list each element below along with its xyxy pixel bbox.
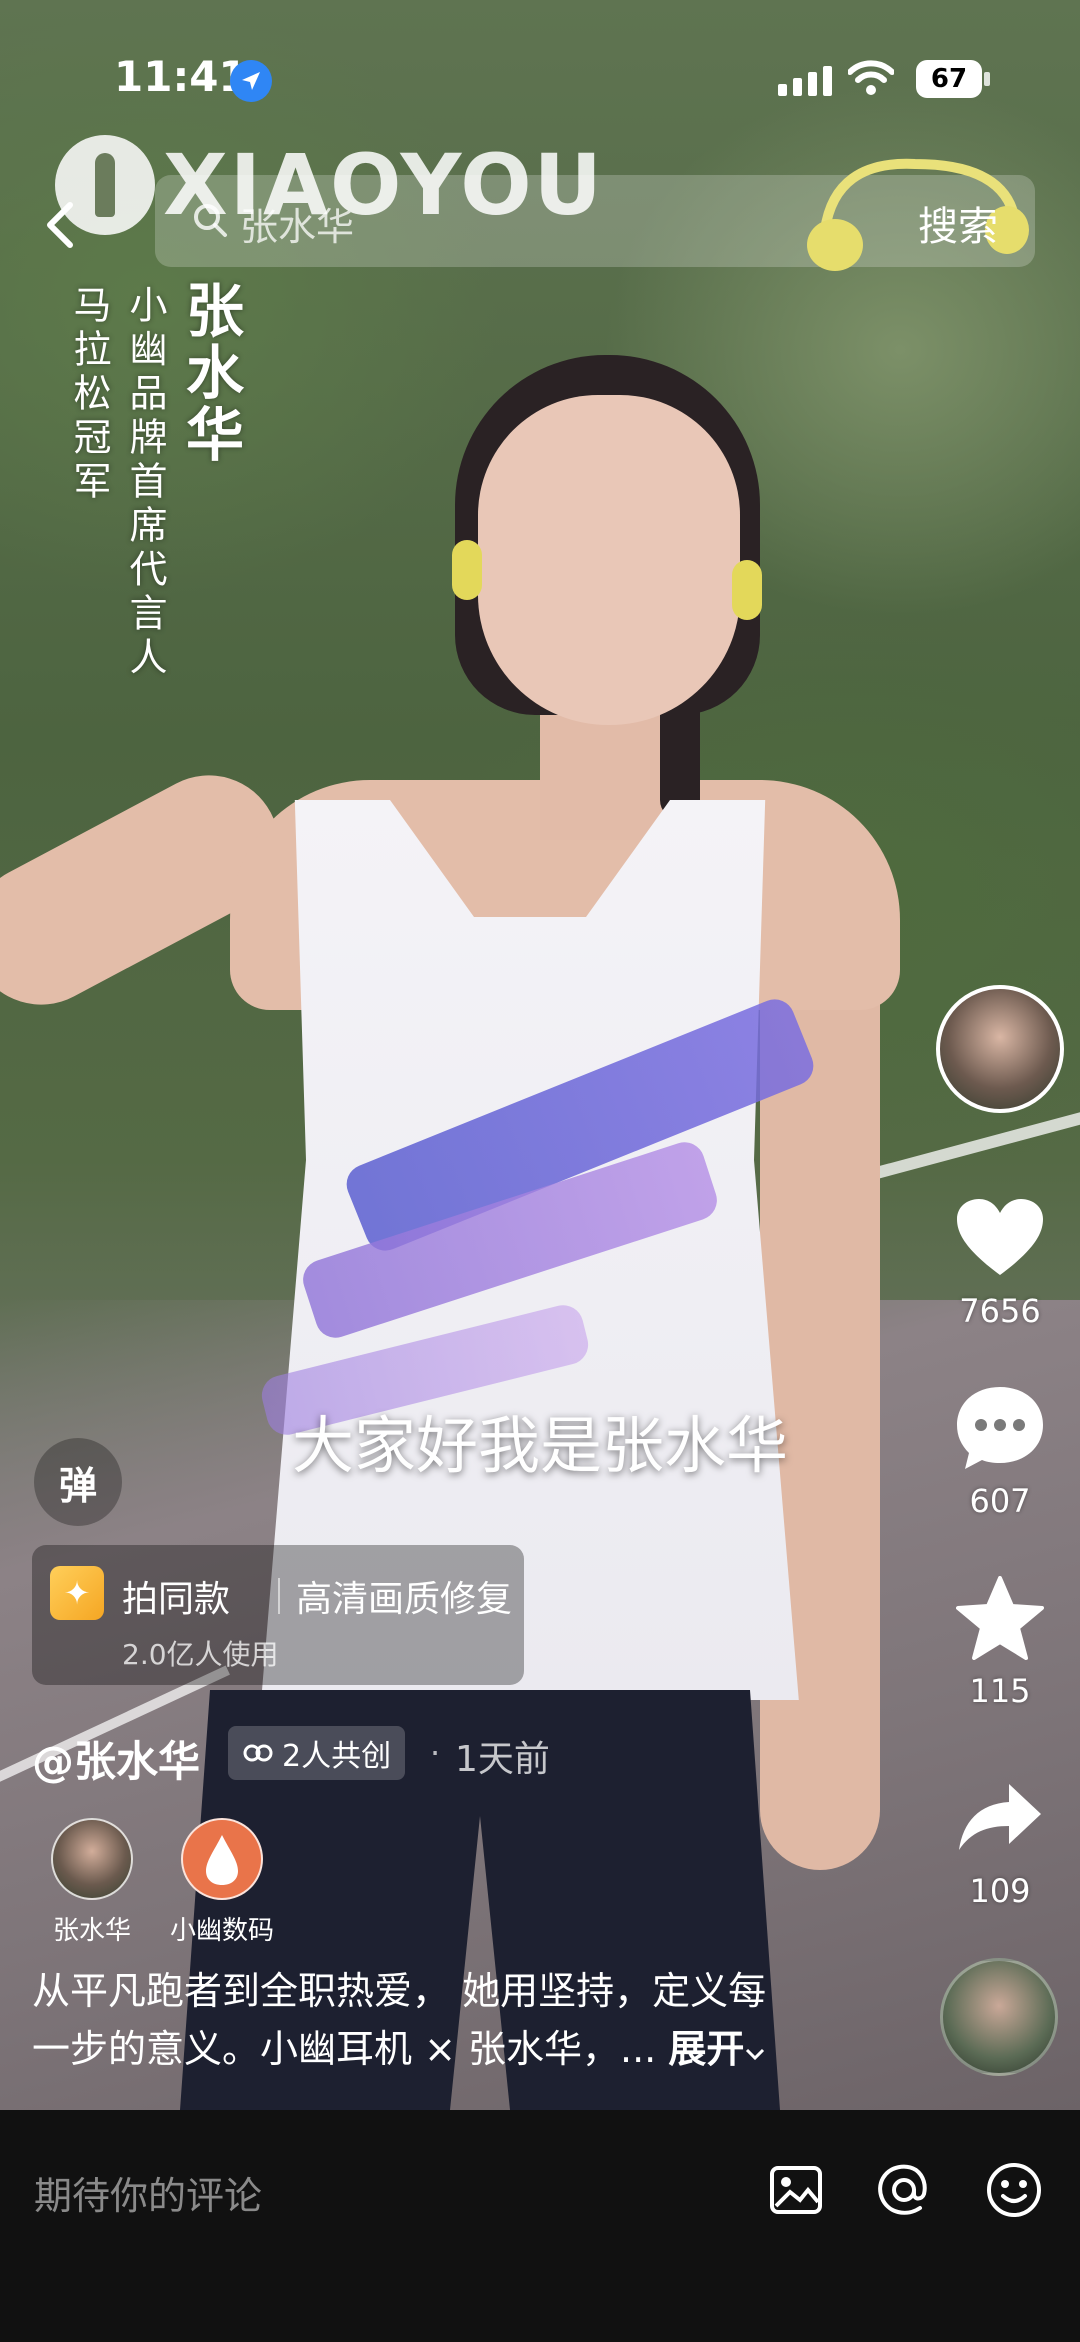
overlay-title: 马拉松冠军 [67, 285, 111, 505]
creator-item[interactable]: 张水华 [22, 1818, 162, 1947]
heart-icon [940, 1190, 1060, 1286]
avatar [51, 1818, 133, 1900]
earphone [732, 560, 762, 620]
post-description: 从平凡跑者到全职热爱， 她用坚持，定义每 一步的意义。小幽耳机 × 张水华，..… [32, 1962, 832, 2078]
search-button[interactable]: 搜索 [918, 194, 998, 252]
location-arrow-icon [230, 60, 272, 102]
author-name[interactable]: @张水华 [32, 1728, 200, 1789]
favorite-count: 115 [969, 1672, 1031, 1710]
wifi-icon [848, 60, 894, 95]
link-icon [243, 1744, 273, 1762]
creator-name: 小幽数码 [169, 1916, 274, 1946]
share-button[interactable]: 109 [940, 1770, 1060, 1910]
cocreate-label: 2人共创 [282, 1739, 392, 1774]
favorite-button[interactable]: 115 [940, 1570, 1060, 1710]
creator-name: 张水华 [52, 1916, 131, 1946]
author-avatar-button[interactable] [936, 985, 1064, 1113]
template-divider [278, 1578, 280, 1614]
comment-bar [0, 2110, 1080, 2342]
image-icon[interactable] [766, 2160, 826, 2220]
at-mention-icon[interactable] [874, 2160, 934, 2220]
cocreate-badge[interactable]: 2人共创 [228, 1726, 406, 1780]
like-button[interactable]: 7656 [940, 1190, 1060, 1330]
like-count: 7656 [959, 1292, 1041, 1330]
template-primary-label[interactable]: 拍同款 [122, 1570, 230, 1622]
status-time: 11:41 [114, 52, 248, 101]
cellular-signal-icon [778, 66, 832, 96]
danmu-label: 弹 [58, 1463, 97, 1508]
expand-button[interactable]: 展开 [668, 2027, 744, 2071]
chevron-down-icon [746, 2048, 765, 2061]
creator-item[interactable]: 小幽数码 [152, 1818, 292, 1947]
video-subtitle: 大家好我是张水华 [291, 1409, 788, 1482]
headphone-product-image [807, 158, 1029, 271]
description-line: 一步的意义。小幽耳机 × 张水华，... [32, 2027, 657, 2071]
battery-indicator: 67 [916, 60, 982, 98]
status-bar: 11:41 67 [0, 0, 1080, 150]
overlay-name: 张水华 [176, 280, 244, 466]
earphone [452, 540, 482, 600]
danmu-toggle-button[interactable]: 弹 [34, 1438, 122, 1526]
post-time: 1天前 [455, 1739, 550, 1780]
share-count: 109 [969, 1872, 1031, 1910]
separator-dot: · [430, 1734, 441, 1772]
share-arrow-icon [940, 1770, 1060, 1866]
brand-watermark-text: XIAOYOU [163, 136, 604, 234]
sparkle-icon: ✦ [50, 1566, 104, 1620]
comment-count: 607 [969, 1482, 1031, 1520]
comment-input[interactable]: 期待你的评论 [34, 2165, 262, 2220]
star-icon [940, 1570, 1060, 1666]
description-line-2: 一步的意义。小幽耳机 × 张水华，... 展开 [32, 2020, 832, 2078]
template-secondary-label[interactable]: 高清画质修复 [296, 1570, 512, 1622]
brand-watermark: XIAOYOU [55, 130, 604, 240]
template-usage: 2.0亿人使用 [122, 1638, 279, 1671]
music-disc[interactable] [940, 1958, 1058, 2076]
overlay-role: 小幽品牌首席代言人 [123, 285, 167, 681]
battery-nub [984, 72, 990, 86]
avatar [181, 1818, 263, 1900]
person-face [478, 395, 740, 725]
emoji-icon[interactable] [984, 2160, 1044, 2220]
description-line: 从平凡跑者到全职热爱， 她用坚持，定义每 [32, 1969, 767, 2013]
back-arrow-icon[interactable] [40, 195, 80, 255]
